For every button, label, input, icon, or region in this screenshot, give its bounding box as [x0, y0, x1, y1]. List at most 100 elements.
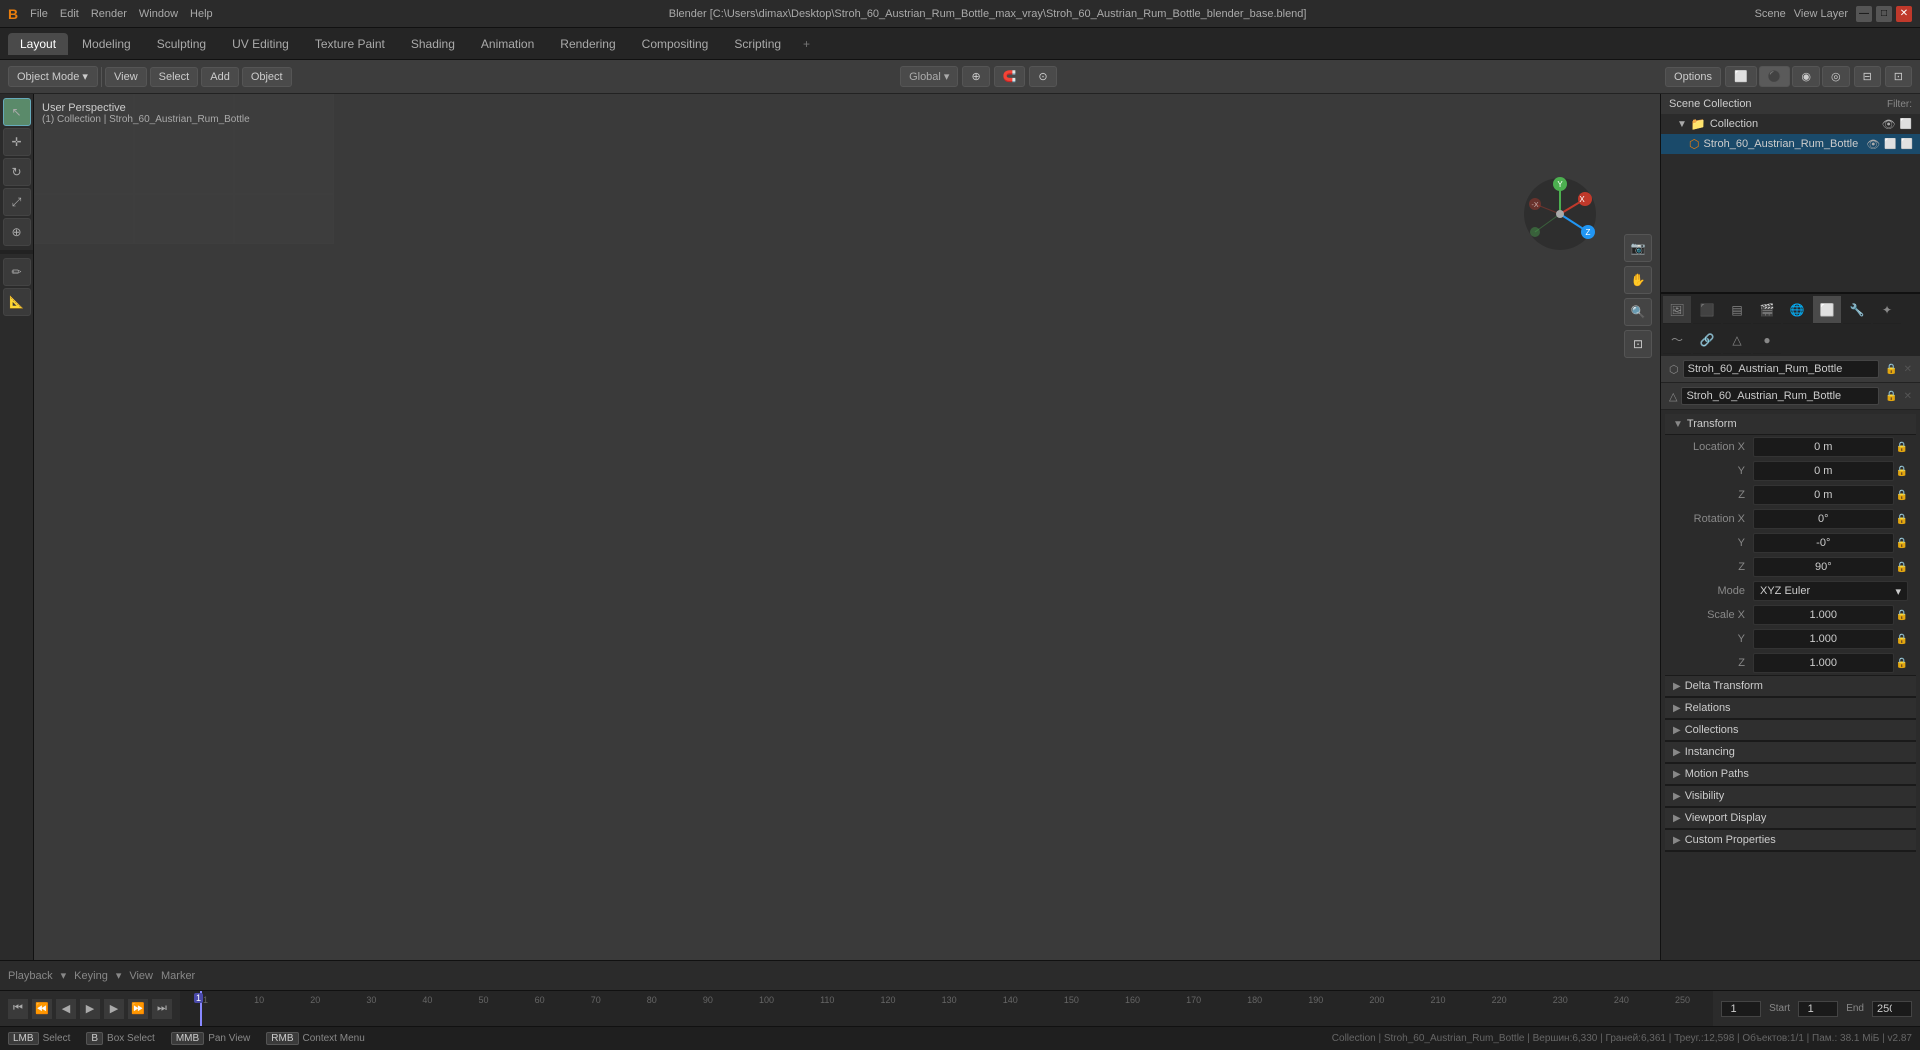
tab-scripting[interactable]: Scripting	[722, 33, 793, 55]
prop-tab-output[interactable]: ⬛	[1693, 296, 1721, 324]
keying-text[interactable]: Keying	[74, 970, 108, 982]
end-frame-input[interactable]	[1872, 1001, 1912, 1017]
collections-header[interactable]: ▶ Collections	[1665, 720, 1916, 741]
scale-z-value[interactable]: 1.000	[1753, 653, 1894, 673]
tab-shading[interactable]: Shading	[399, 33, 467, 55]
maximize-button[interactable]: □	[1876, 6, 1892, 22]
next-keyframe-btn[interactable]: ⏩	[128, 999, 148, 1019]
prop-tab-modifier[interactable]: 🔧	[1843, 296, 1871, 324]
tab-compositing[interactable]: Compositing	[630, 33, 721, 55]
view-label[interactable]: View	[129, 970, 153, 982]
rotation-y-lock[interactable]: 🔒	[1896, 538, 1908, 549]
snap-toggle[interactable]: 🧲	[994, 66, 1026, 87]
marker-label[interactable]: Marker	[161, 970, 195, 982]
prev-keyframe-btn[interactable]: ⏪	[32, 999, 52, 1019]
rotation-x-value[interactable]: 0°	[1753, 509, 1894, 529]
hand-pan-btn[interactable]: ✋	[1624, 266, 1652, 294]
material-btn[interactable]: ◉	[1792, 66, 1820, 87]
transform-tool-btn[interactable]: ⊕	[3, 218, 31, 246]
current-frame-input[interactable]	[1721, 1001, 1761, 1017]
rotation-mode-select[interactable]: XYZ Euler ▾	[1753, 581, 1908, 601]
move-tool-btn[interactable]: ✛	[3, 128, 31, 156]
prop-tab-data[interactable]: △	[1723, 326, 1751, 354]
step-back-btn[interactable]: ◀	[56, 999, 76, 1019]
prop-tab-constraints[interactable]: 🔗	[1693, 326, 1721, 354]
minimize-button[interactable]: —	[1856, 6, 1872, 22]
zoom-fit-btn[interactable]: 🔍	[1624, 298, 1652, 326]
rotation-z-lock[interactable]: 🔒	[1896, 562, 1908, 573]
select-menu[interactable]: Select	[150, 67, 199, 87]
prop-tab-physics[interactable]: 〜	[1663, 326, 1691, 354]
close-icon[interactable]: ✕	[1904, 364, 1912, 375]
select-tool-btn[interactable]: ↖	[3, 98, 31, 126]
prop-tab-world[interactable]: 🌐	[1783, 296, 1811, 324]
viewport-display-header[interactable]: ▶ Viewport Display	[1665, 808, 1916, 829]
scale-y-lock[interactable]: 🔒	[1896, 634, 1908, 645]
relations-header[interactable]: ▶ Relations	[1665, 698, 1916, 719]
zoom-camera-btn[interactable]: 📷	[1624, 234, 1652, 262]
play-btn[interactable]: ▶	[80, 999, 100, 1019]
close-button[interactable]: ✕	[1896, 6, 1912, 22]
wireframe-btn[interactable]: ⬜	[1725, 66, 1757, 87]
timeline-track[interactable]: 110203040 5060708090 100110120130140 150…	[180, 991, 1713, 1026]
object-name-input[interactable]	[1683, 360, 1880, 378]
rotation-z-value[interactable]: 90°	[1753, 557, 1894, 577]
data-close-icon[interactable]: ✕	[1904, 391, 1912, 402]
rotation-x-lock[interactable]: 🔒	[1896, 514, 1908, 525]
add-menu[interactable]: Add	[201, 67, 239, 87]
bottle-camera-icon[interactable]: ⬜	[1884, 139, 1896, 150]
viewport-3d[interactable]: User Perspective (1) Collection | Stroh_…	[34, 94, 1660, 960]
annotate-btn[interactable]: ✏	[3, 258, 31, 286]
transform-header[interactable]: ▼ Transform	[1665, 414, 1916, 435]
prop-tab-object[interactable]: ⬜	[1813, 296, 1841, 324]
view-menu[interactable]: View	[105, 67, 147, 87]
prop-tab-render[interactable]: 🖼	[1663, 296, 1691, 324]
tab-sculpting[interactable]: Sculpting	[145, 33, 218, 55]
outliner-item-collection[interactable]: ▼ 📁 Collection 👁 ⬜	[1661, 114, 1920, 134]
step-forward-btn[interactable]: ▶	[104, 999, 124, 1019]
prop-tab-material[interactable]: ●	[1753, 326, 1781, 354]
overlay-btn[interactable]: ⊟	[1854, 66, 1881, 87]
scale-y-value[interactable]: 1.000	[1753, 629, 1894, 649]
bottle-visibility-icon[interactable]: 👁	[1866, 138, 1880, 151]
prop-tab-scene[interactable]: 🎬	[1753, 296, 1781, 324]
measure-btn[interactable]: 📐	[3, 288, 31, 316]
jump-end-btn[interactable]: ⏭	[152, 999, 172, 1019]
scale-z-lock[interactable]: 🔒	[1896, 658, 1908, 669]
tab-modeling[interactable]: Modeling	[70, 33, 143, 55]
transform-pivot[interactable]: ⊕	[962, 66, 989, 87]
viewport-shading[interactable]: Global ▾	[900, 66, 958, 87]
outliner-item-bottle[interactable]: ⬡ Stroh_60_Austrian_Rum_Bottle 👁 ⬜ ⬜	[1661, 134, 1920, 154]
tab-texture-paint[interactable]: Texture Paint	[303, 33, 397, 55]
tab-rendering[interactable]: Rendering	[548, 33, 627, 55]
add-workspace-button[interactable]: +	[795, 33, 818, 55]
location-y-value[interactable]: 0 m	[1753, 461, 1894, 481]
location-z-lock[interactable]: 🔒	[1896, 490, 1908, 501]
render-btn[interactable]: ◎	[1822, 66, 1850, 87]
visibility-header[interactable]: ▶ Visibility	[1665, 786, 1916, 807]
keying-label[interactable]: ▾	[61, 969, 67, 982]
camera-icon[interactable]: ⬜	[1900, 119, 1912, 130]
scale-tool-btn[interactable]: ⤢	[3, 188, 31, 216]
data-lock-icon[interactable]: 🔒	[1885, 391, 1897, 402]
instancing-header[interactable]: ▶ Instancing	[1665, 742, 1916, 763]
tab-layout[interactable]: Layout	[8, 33, 68, 55]
navigation-gizmo[interactable]: X -X Y Z	[1520, 174, 1600, 254]
solid-btn[interactable]: ⚫	[1759, 66, 1791, 87]
delta-transform-header[interactable]: ▶ Delta Transform	[1665, 676, 1916, 697]
location-y-lock[interactable]: 🔒	[1896, 466, 1908, 477]
data-name-input[interactable]	[1681, 387, 1879, 405]
bottle-restrict-icon[interactable]: ⬜	[1901, 139, 1913, 150]
rotate-tool-btn[interactable]: ↻	[3, 158, 31, 186]
prop-tab-view-layer[interactable]: ▤	[1723, 296, 1751, 324]
prop-tab-particle[interactable]: ✦	[1873, 296, 1901, 324]
location-x-value[interactable]: 0 m	[1753, 437, 1894, 457]
rotation-y-value[interactable]: -0°	[1753, 533, 1894, 553]
start-frame-input[interactable]	[1798, 1001, 1838, 1017]
location-x-lock[interactable]: 🔒	[1896, 442, 1908, 453]
options-button[interactable]: Options	[1665, 67, 1721, 87]
proportional-edit[interactable]: ⊙	[1029, 66, 1056, 87]
custom-properties-header[interactable]: ▶ Custom Properties	[1665, 830, 1916, 851]
mode-select[interactable]: Object Mode ▾	[8, 66, 98, 87]
motion-paths-header[interactable]: ▶ Motion Paths	[1665, 764, 1916, 785]
